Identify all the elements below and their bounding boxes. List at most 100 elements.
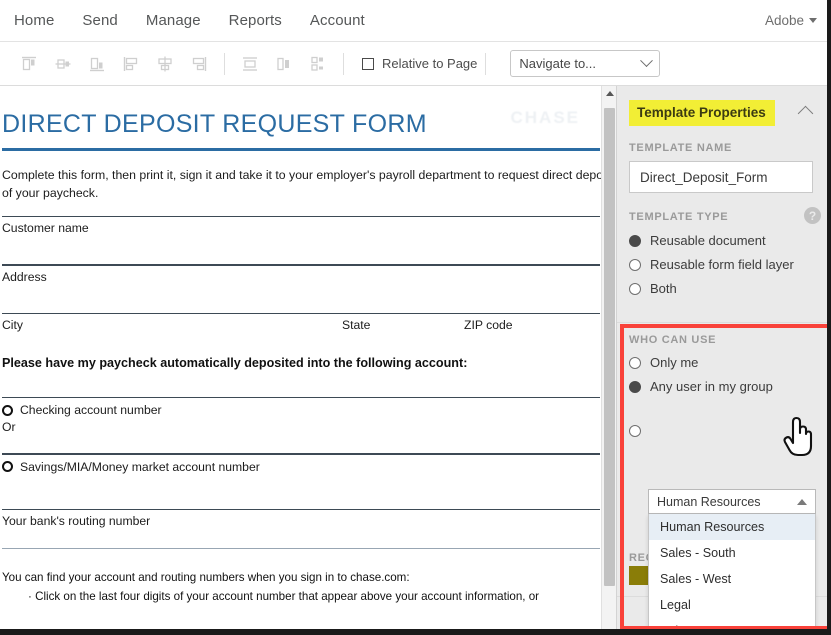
document-viewer[interactable]: CHASE DIRECT DEPOSIT REQUEST FORM Comple… <box>0 86 616 635</box>
checkbox-icon[interactable] <box>362 57 374 70</box>
who-can-use-option-only-me[interactable]: Only me <box>617 355 831 370</box>
dropdown-option-sales-west[interactable]: Sales - West <box>649 566 815 592</box>
template-name-value: Direct_Deposit_Form <box>640 169 768 185</box>
radio-selected-icon[interactable] <box>629 234 641 247</box>
field-label-routing-number: Your bank's routing number <box>2 514 151 529</box>
dropdown-option-legal[interactable]: Legal <box>649 592 815 618</box>
who-can-use-section: WHO CAN USE Only me Any user in my group <box>617 328 831 437</box>
savings-account-option[interactable]: Savings/MIA/Money market account number <box>2 460 584 474</box>
note-intro-text: You can find your account and routing nu… <box>2 571 410 585</box>
who-can-use-label: WHO CAN USE <box>629 334 717 346</box>
alignment-toolbar: Relative to Page Navigate to... <box>0 42 831 86</box>
align-left-icon[interactable] <box>114 49 148 79</box>
nav-item-home[interactable]: Home <box>14 12 54 29</box>
field-rule <box>2 397 600 399</box>
radio-selected-icon[interactable] <box>629 380 641 393</box>
document-note: You can find your account and routing nu… <box>2 569 584 606</box>
help-icon[interactable]: ? <box>804 207 821 225</box>
align-middle-horizontal-icon[interactable] <box>46 49 80 79</box>
relative-to-page-checkbox[interactable]: Relative to Page <box>362 56 477 71</box>
toolbar-divider-2 <box>343 52 344 75</box>
template-type-option-both[interactable]: Both <box>617 281 831 296</box>
nav-item-reports[interactable]: Reports <box>229 12 282 29</box>
document-title: DIRECT DEPOSIT REQUEST FORM <box>2 110 427 138</box>
option-label: Only me <box>650 355 699 370</box>
document-page: CHASE DIRECT DEPOSIT REQUEST FORM Comple… <box>0 86 615 635</box>
nav-item-send[interactable]: Send <box>82 12 117 29</box>
form-field-routing-number[interactable]: Your bank's routing number <box>2 508 600 529</box>
align-horizontal-group <box>114 49 216 79</box>
align-vertical-group <box>12 49 114 79</box>
radio-icon[interactable] <box>2 404 13 416</box>
savings-account-label: Savings/MIA/Money market account number <box>20 459 260 474</box>
radio-icon[interactable] <box>2 461 13 473</box>
field-rule <box>2 264 600 266</box>
match-size-icon[interactable] <box>301 49 335 79</box>
distribute-vertical-icon[interactable] <box>233 49 267 79</box>
field-label-zip: ZIP code <box>464 318 513 333</box>
radio-icon[interactable] <box>629 356 641 369</box>
or-separator-text: Or <box>2 420 16 435</box>
document-section-heading: Please have my paycheck automatically de… <box>2 356 468 371</box>
template-name-label: TEMPLATE NAME <box>629 142 733 155</box>
template-type-row: TEMPLATE TYPE ? <box>617 193 831 225</box>
align-right-icon[interactable] <box>182 49 216 79</box>
field-label-address: Address <box>2 269 47 284</box>
nav-item-account[interactable]: Account <box>310 12 365 29</box>
field-label-customer-name: Customer name <box>2 221 89 236</box>
dropdown-option-sales-south[interactable]: Sales - South <box>649 540 815 566</box>
group-select[interactable]: Human Resources <box>648 489 816 514</box>
form-field-savings-account[interactable]: Savings/MIA/Money market account number <box>2 453 600 474</box>
align-bottom-icon[interactable] <box>80 49 114 79</box>
window-edge-shadow-bottom <box>0 629 831 635</box>
section-divider-rule <box>2 548 600 550</box>
who-can-use-option-third[interactable] <box>617 425 831 437</box>
scroll-up-button[interactable] <box>602 86 617 101</box>
chevron-up-icon[interactable] <box>797 105 814 121</box>
radio-icon[interactable] <box>629 282 641 295</box>
form-field-customer-name[interactable]: Customer name <box>2 215 600 236</box>
chevron-down-icon <box>640 54 654 68</box>
who-can-use-option-any-user-in-my-group[interactable]: Any user in my group <box>617 379 831 394</box>
option-label: Any user in my group <box>650 379 773 394</box>
radio-icon[interactable] <box>629 258 641 271</box>
option-label: Both <box>650 281 677 297</box>
template-type-option-reusable-document[interactable]: Reusable document <box>617 233 831 248</box>
template-properties-panel: Template Properties TEMPLATE NAME Direct… <box>616 86 831 635</box>
panel-header: Template Properties <box>617 86 831 127</box>
align-top-icon[interactable] <box>12 49 46 79</box>
radio-icon[interactable] <box>629 425 641 437</box>
account-menu-button[interactable]: Adobe <box>765 13 831 28</box>
toolbar-divider <box>224 52 225 75</box>
template-type-label: TEMPLATE TYPE <box>629 210 729 223</box>
chevron-down-icon <box>809 18 817 23</box>
checking-account-option[interactable]: Checking account number <box>2 403 584 417</box>
dropdown-option-human-resources[interactable]: Human Resources <box>649 514 815 540</box>
chevron-up-icon <box>797 498 807 505</box>
navigate-to-select[interactable]: Navigate to... <box>510 50 661 77</box>
distribute-group <box>233 49 335 79</box>
panel-title: Template Properties <box>629 100 775 127</box>
window-edge-shadow-right <box>827 0 831 635</box>
group-select-dropdown[interactable]: Human Resources Sales - South Sales - We… <box>648 514 816 635</box>
document-scrollbar[interactable] <box>601 86 617 635</box>
nav-item-manage[interactable]: Manage <box>146 12 201 29</box>
navigate-to-value: Navigate to... <box>519 56 597 71</box>
form-field-city-state-zip[interactable]: City State ZIP code <box>2 312 600 332</box>
city-state-zip-labels: City State ZIP code <box>2 318 584 332</box>
adobe-sign-template-editor: Home Send Manage Reports Account Adobe R… <box>0 0 831 635</box>
scrollbar-thumb[interactable] <box>604 108 615 586</box>
toolbar-divider-3 <box>485 52 487 75</box>
option-label: Reusable form field layer <box>650 257 794 273</box>
recipient-color-swatch[interactable] <box>629 566 648 585</box>
align-center-icon[interactable] <box>148 49 182 79</box>
document-intro-text: Complete this form, then print it, sign … <box>2 168 616 201</box>
title-underline-rule <box>2 148 600 151</box>
template-type-option-form-field-layer[interactable]: Reusable form field layer <box>617 257 831 272</box>
template-name-input[interactable]: Direct_Deposit_Form <box>629 161 813 194</box>
form-field-address[interactable]: Address <box>2 264 600 284</box>
distribute-horizontal-icon[interactable] <box>267 49 301 79</box>
form-field-checking-account[interactable]: Checking account number <box>2 397 600 417</box>
account-menu-label: Adobe <box>764 13 804 28</box>
main-nav-items: Home Send Manage Reports Account <box>0 12 365 29</box>
